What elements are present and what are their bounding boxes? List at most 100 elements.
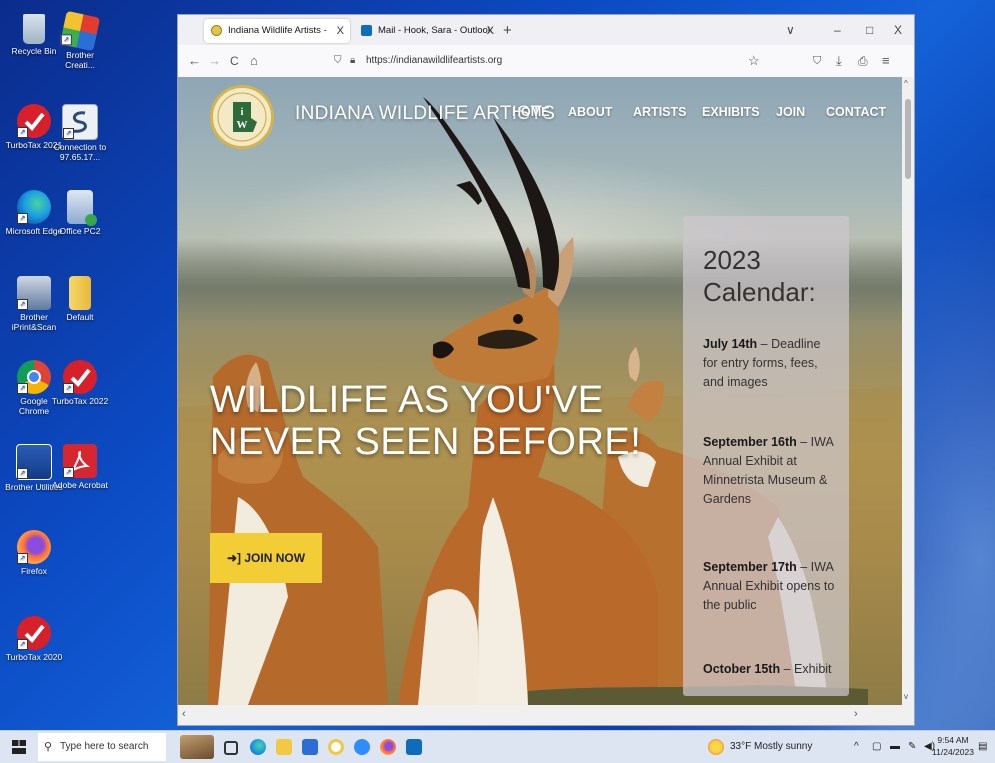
network-icon[interactable]: ▬ <box>890 740 900 754</box>
remote-connection-icon: ↗ <box>62 104 98 140</box>
desktop-icon-firefox[interactable]: ↗ Firefox <box>5 530 63 576</box>
address-bar[interactable]: ⛉ 🔒︎ https://indianawildlifeartists.org … <box>318 50 774 72</box>
share-icon[interactable]: ⎙ <box>858 51 868 71</box>
iwa-logo[interactable]: i W <box>210 85 274 149</box>
calendar-title: 2023 Calendar: <box>703 244 816 308</box>
tab-title: Mail - Hook, Sara - Outlook <box>378 25 493 36</box>
new-tab-button[interactable]: + <box>503 19 512 43</box>
downloads-icon[interactable]: ⤓ <box>836 51 842 71</box>
nav-about[interactable]: ABOUT <box>568 105 612 119</box>
maximize-button[interactable]: □ <box>866 18 873 42</box>
scroll-down-icon[interactable]: v <box>904 692 908 701</box>
scroll-right-icon[interactable]: › <box>854 708 858 720</box>
scroll-up-icon[interactable]: ^ <box>904 79 908 88</box>
headline-line-2: NEVER SEEN BEFORE! <box>210 421 642 463</box>
file-explorer-icon[interactable] <box>276 739 292 755</box>
recycle-bin-icon <box>23 14 45 44</box>
task-view-icon[interactable] <box>224 741 238 755</box>
windows-start-icon[interactable] <box>12 740 26 754</box>
desktop-icon-connection[interactable]: ↗ Connection to 97.65.17... <box>51 104 109 162</box>
tab-close-icon[interactable]: X <box>337 19 344 43</box>
notification-icon[interactable]: ▤ <box>978 740 987 754</box>
firefox-taskbar-icon[interactable] <box>380 739 396 755</box>
scroll-left-icon[interactable]: ‹ <box>182 708 186 720</box>
weather-widget-icon[interactable] <box>180 735 214 759</box>
page-viewport: i W INDIANA WILDLIFE ARTISTS HOME ABOUT … <box>178 77 902 705</box>
clock-time: 9:54 AM <box>937 735 969 745</box>
outlook-taskbar-icon[interactable] <box>406 739 422 755</box>
nav-join[interactable]: JOIN <box>776 105 805 119</box>
tab-outlook-mail[interactable]: Mail - Hook, Sara - Outlook X <box>354 19 500 43</box>
chrome-icon: ↗ <box>17 360 51 394</box>
indiana-state-logo-icon: i W <box>217 92 267 142</box>
nav-exhibits[interactable]: EXHIBITS <box>702 105 760 119</box>
tab-close-icon[interactable]: X <box>487 19 494 43</box>
bookmark-star-icon[interactable]: ☆ <box>748 50 760 72</box>
menu-icon[interactable]: ≡ <box>882 51 890 71</box>
tab-strip: Indiana Wildlife Artists - Appre X Mail … <box>178 15 914 45</box>
brother-iprint-icon: ↗ <box>17 276 51 310</box>
turbotax-icon: ↗ <box>17 104 51 138</box>
taskbar-search-box[interactable]: ⚲ Type here to search <box>38 733 166 761</box>
calendar-item: July 14th – Deadline for entry forms, fe… <box>703 337 821 389</box>
store-icon[interactable] <box>302 739 318 755</box>
desktop-icon-brother-creative[interactable]: ↗ Brother Creati... <box>51 10 109 70</box>
folder-icon <box>69 276 91 310</box>
forward-button[interactable]: → <box>208 51 221 71</box>
pocket-icon[interactable]: ⛉ <box>813 51 821 71</box>
back-button[interactable]: ← <box>188 51 201 71</box>
internet-explorer-icon[interactable] <box>328 739 344 755</box>
hero-headline: WILDLIFE AS YOU'VE NEVER SEEN BEFORE! <box>210 379 650 463</box>
calendar-year: 2023 <box>703 245 761 275</box>
turbotax-icon: ↗ <box>63 360 97 394</box>
minimize-button[interactable]: – <box>834 18 841 42</box>
calendar-item: September 16th – IWA Annual Exhibit at M… <box>703 435 834 506</box>
desktop-icon-office-pc2[interactable]: Office PC2 <box>51 190 109 236</box>
list-all-tabs-button[interactable]: ∨ <box>786 18 795 42</box>
meet-now-icon[interactable]: ▢ <box>872 740 881 754</box>
url-text: https://indianawildlifeartists.org <box>366 55 503 66</box>
desktop-icon-turbotax-2022[interactable]: ↗ TurboTax 2022 <box>51 360 109 406</box>
join-now-button[interactable]: ➜] JOIN NOW <box>210 533 322 583</box>
nav-contact[interactable]: CONTACT <box>826 105 886 119</box>
calendar-heading: Calendar: <box>703 277 816 307</box>
clock-date: 11/24/2023 <box>932 747 974 757</box>
acrobat-icon: ↗ <box>63 444 97 478</box>
weather-sun-icon <box>708 739 724 755</box>
tab-indiana-wildlife-artists[interactable]: Indiana Wildlife Artists - Appre X <box>204 19 350 43</box>
lock-icon: 🔒︎ <box>350 55 356 66</box>
pen-icon[interactable]: ✎ <box>908 740 916 754</box>
shield-icon: ⛉ <box>334 55 342 66</box>
vertical-scrollbar[interactable]: ^ v <box>902 77 914 705</box>
calendar-item: September 17th – IWA Annual Exhibit open… <box>703 560 835 612</box>
desktop-icon-acrobat[interactable]: ↗ Adobe Acrobat <box>51 444 109 490</box>
show-hidden-icons[interactable]: ^ <box>854 740 859 754</box>
edge-taskbar-icon[interactable] <box>250 739 266 755</box>
headline-line-1: WILDLIFE AS YOU'VE <box>210 379 604 421</box>
desktop-icon-turbotax-2020[interactable]: ↗ TurboTax 2020 <box>5 616 63 662</box>
svg-text:i: i <box>241 107 244 118</box>
search-icon: ⚲ <box>44 741 53 753</box>
nav-home[interactable]: HOME <box>512 105 550 119</box>
svg-text:W: W <box>237 119 248 131</box>
desktop-icon-default[interactable]: Default <box>51 276 109 322</box>
calendar-item: October 15th – Exhibit <box>703 662 832 676</box>
browser-window: Indiana Wildlife Artists - Appre X Mail … <box>178 15 914 725</box>
navigation-toolbar: ← → C ⌂ ⛉ 🔒︎ https://indianawildlifearti… <box>178 45 914 78</box>
scrollbar-thumb[interactable] <box>905 99 911 179</box>
firefox-icon: ↗ <box>17 530 51 564</box>
clock[interactable]: 9:54 AM 11/24/2023 <box>932 734 974 758</box>
brother-creative-icon: ↗ <box>59 10 101 52</box>
zoom-icon[interactable] <box>354 739 370 755</box>
horizontal-scrollbar[interactable]: ‹ › <box>178 705 914 725</box>
site-header: i W INDIANA WILDLIFE ARTISTS HOME ABOUT … <box>178 77 902 157</box>
search-placeholder: Type here to search <box>60 741 149 752</box>
reload-button[interactable]: C <box>230 51 239 71</box>
turbotax-icon: ↗ <box>17 616 51 650</box>
office-pc-icon <box>67 190 97 226</box>
weather-text[interactable]: 33°F Mostly sunny <box>730 740 812 754</box>
home-button[interactable]: ⌂ <box>250 51 258 71</box>
nav-artists[interactable]: ARTISTS <box>633 105 686 119</box>
outlook-icon <box>361 25 372 36</box>
close-window-button[interactable]: X <box>894 18 902 42</box>
